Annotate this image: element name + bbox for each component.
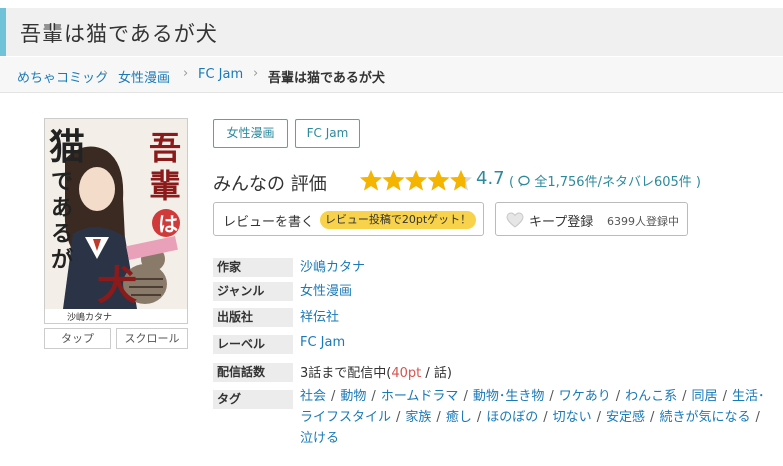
svg-text:が: が <box>51 247 73 273</box>
star-icon <box>405 170 427 191</box>
star-icon <box>382 170 405 191</box>
tag-separator: / <box>476 410 482 425</box>
tap-button[interactable]: タップ <box>44 328 111 349</box>
genre-label: ジャンル <box>213 282 293 301</box>
tag-link[interactable]: 家族 <box>405 410 431 425</box>
tag-separator: / <box>650 410 655 425</box>
episodes-label: 配信話数 <box>213 363 293 382</box>
keep-count: 6399人登録中 <box>607 215 679 228</box>
open-paren: ( <box>509 175 515 190</box>
review-count[interactable]: ( 全1,756件/ネタバレ605件 ) <box>509 171 701 190</box>
tag-separator: / <box>722 389 727 404</box>
genre-tag-button[interactable]: 女性漫画 <box>213 119 288 148</box>
tag-separator: / <box>331 389 336 404</box>
breadcrumb-current: 吾輩は猫であるが犬 <box>268 71 385 86</box>
tag-separator: / <box>463 389 468 404</box>
publisher-label: 出版社 <box>213 308 293 327</box>
title-bar: 吾輩は猫であるが犬 <box>0 8 783 56</box>
breadcrumb-category[interactable]: 女性漫画 <box>118 67 170 86</box>
tag-link[interactable]: ワケあり <box>559 389 611 404</box>
speech-bubble-icon <box>518 175 530 187</box>
keep-label: キープ登録 <box>529 215 594 230</box>
heart-icon <box>506 212 524 228</box>
tag-link[interactable]: ほのぼの <box>486 410 538 425</box>
author-link[interactable]: 沙嶋カタナ <box>300 256 365 275</box>
genre-link[interactable]: 女性漫画 <box>300 280 352 299</box>
tag-link[interactable]: 動物 <box>340 389 366 404</box>
tag-list: 社会 / 動物 / ホームドラマ / 動物･生き物 / ワケあり / わんこ系 / 同居 / 生活･ライフス… <box>300 386 770 449</box>
chevron-right-icon: › <box>103 66 109 81</box>
episodes-value: 3話まで配信中(40pt / 話) <box>300 366 452 381</box>
label-tag-button[interactable]: FC Jam <box>295 119 360 148</box>
svg-text:犬: 犬 <box>97 262 137 309</box>
cover-image[interactable]: 猫 吾 輩 は で あ る が 犬 沙嶋カタナ <box>44 118 188 324</box>
svg-text:で: で <box>51 169 73 195</box>
chevron-right-icon: › <box>183 66 189 81</box>
chevron-right-icon: › <box>253 66 259 81</box>
review-point-badge: レビュー投稿で20ptゲット！ <box>320 211 476 229</box>
label-link[interactable]: FC Jam <box>300 335 345 350</box>
svg-text:る: る <box>51 221 73 247</box>
svg-text:あ: あ <box>51 195 73 221</box>
breadcrumb-home[interactable]: めちゃコミック <box>17 67 108 86</box>
tag-link[interactable]: 同居 <box>692 389 718 404</box>
tag-link[interactable]: わんこ系 <box>625 389 677 404</box>
tag-link[interactable]: ホームドラマ <box>381 389 459 404</box>
publisher-link[interactable]: 祥伝社 <box>300 306 339 325</box>
tag-link[interactable]: 動物･生き物 <box>473 389 545 404</box>
svg-text:猫: 猫 <box>49 126 85 168</box>
close-paren: ) <box>695 175 701 190</box>
breadcrumb: めちゃコミック › 女性漫画 › FC Jam › 吾輩は猫であるが犬 <box>0 57 783 93</box>
star-icon <box>427 170 450 191</box>
tag-separator: / <box>596 410 602 425</box>
tag-separator: / <box>396 410 401 425</box>
tag-separator: / <box>543 410 548 425</box>
write-review-button[interactable]: レビューを書く レビュー投稿で20ptゲット！ <box>213 202 484 236</box>
svg-text:は: は <box>158 212 178 236</box>
review-count-text: 全1,756件/ネタバレ605件 <box>534 175 692 190</box>
keep-button[interactable]: キープ登録 6399人登録中 <box>495 202 688 236</box>
tag-separator: / <box>436 410 441 425</box>
star-icon <box>360 170 382 191</box>
cover-art: 猫 吾 輩 は で あ る が 犬 沙嶋カタナ <box>45 119 187 323</box>
page-title: 吾輩は猫であるが犬 <box>20 22 218 46</box>
label-label: レーベル <box>213 335 293 354</box>
tag-separator: / <box>755 410 760 425</box>
star-rating <box>360 170 472 191</box>
tag-link[interactable]: 社会 <box>300 389 326 404</box>
tag-link[interactable]: 安定感 <box>606 410 645 425</box>
svg-text:輩: 輩 <box>149 167 181 205</box>
tag-separator: / <box>549 389 554 404</box>
tag-separator: / <box>371 389 376 404</box>
write-review-label: レビューを書く <box>223 215 315 230</box>
svg-text:吾: 吾 <box>149 129 181 167</box>
rating-label: みんなの 評価 <box>213 174 327 195</box>
svg-text:沙嶋カタナ: 沙嶋カタナ <box>67 311 112 323</box>
breadcrumb-label[interactable]: FC Jam <box>198 67 243 82</box>
tag-link[interactable]: 続きが気になる <box>659 410 750 425</box>
star-icon <box>450 170 472 191</box>
tag-separator: / <box>682 389 687 404</box>
tags-label: タグ <box>213 390 293 409</box>
scroll-button[interactable]: スクロール <box>116 328 188 349</box>
rating-score: 4.7 <box>476 168 505 189</box>
tag-link[interactable]: 癒し <box>446 410 472 425</box>
tag-link[interactable]: 切ない <box>553 410 592 425</box>
author-label: 作家 <box>213 258 293 277</box>
tag-link[interactable]: 泣ける <box>300 431 339 446</box>
tag-separator: / <box>615 389 621 404</box>
